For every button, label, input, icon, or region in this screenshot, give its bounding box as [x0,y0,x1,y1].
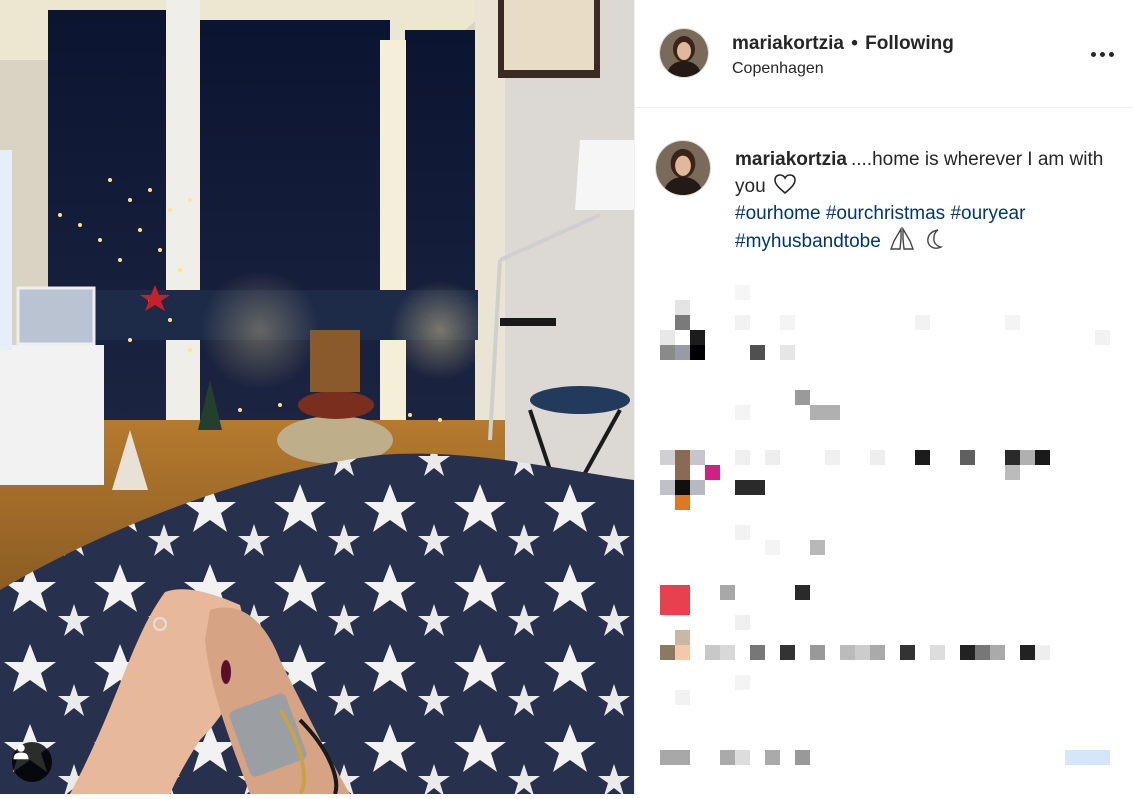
hashtag-link[interactable]: #ouryear [950,203,1025,224]
user-tag-icon [13,744,29,760]
censored-comments [635,280,1133,794]
more-options-icon [1090,51,1114,57]
following-button[interactable]: Following [865,33,954,54]
location-link[interactable]: Copenhagen [732,60,824,78]
tag-user-button[interactable] [12,742,52,782]
caption-avatar[interactable] [656,141,710,195]
hashtag-link[interactable]: #myhusbandtobe [735,231,881,252]
praying-hands-icon [890,227,915,250]
post-image [0,0,634,794]
avatar[interactable] [660,29,708,77]
more-options-button[interactable] [1087,42,1117,66]
avatar-image [660,29,708,77]
pixelated-comments-graphic [660,285,1110,765]
hashtag-link[interactable]: #ourchristmas [826,203,945,224]
hashtag-link[interactable]: #ourhome [735,203,821,224]
post-header: mariakortzia • Following Copenhagen [635,0,1133,108]
crescent-moon-icon [927,229,944,249]
separator-dot: • [851,33,858,54]
heart-outline-icon [774,174,796,195]
post-author: mariakortzia • Following [732,33,954,55]
avatar-image [656,141,710,195]
post-photo[interactable] [0,0,634,794]
caption-username[interactable]: mariakortzia [735,149,847,170]
caption-text: mariakortzia ....home is wherever I am wi… [735,146,1105,255]
post-side-panel: mariakortzia • Following Copenhagen mari… [634,0,1133,794]
author-username[interactable]: mariakortzia [732,33,844,54]
